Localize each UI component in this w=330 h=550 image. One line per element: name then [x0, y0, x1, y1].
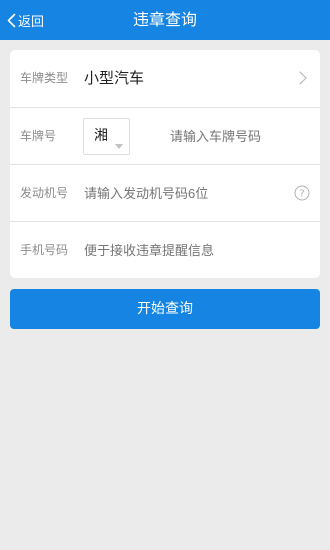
start-query-button[interactable]: 开始查询: [10, 289, 320, 329]
chevron-right-icon: [298, 70, 308, 86]
engine-number-input[interactable]: [84, 165, 280, 222]
query-form-card: 车牌类型 小型汽车 车牌号 湘 发动机号: [10, 50, 320, 279]
phone-number-input[interactable]: [84, 222, 304, 279]
caret-down-icon: [115, 134, 123, 149]
help-icon[interactable]: ?: [294, 185, 310, 201]
page-title: 违章查询: [132, 10, 197, 29]
province-value: 湘: [94, 128, 108, 144]
plate-number-input[interactable]: [170, 108, 310, 165]
engine-row: 发动机号 ?: [10, 165, 320, 222]
province-select[interactable]: 湘: [83, 118, 130, 155]
phone-label: 手机号码: [20, 243, 69, 257]
car-type-value: 小型汽车: [84, 69, 145, 87]
car-type-label: 车牌类型: [20, 71, 69, 85]
plate-label: 车牌号: [20, 129, 57, 143]
svg-text:?: ?: [299, 189, 304, 200]
car-type-row[interactable]: 车牌类型 小型汽车: [10, 50, 320, 107]
engine-label: 发动机号: [20, 186, 69, 200]
violation-query-page: 返回 违章查询 车牌类型 小型汽车 车牌号 湘 请输入车牌号码 发动机号 请输入…: [0, 0, 330, 550]
top-bar: 返回 违章查询: [0, 0, 330, 40]
plate-row: 车牌号 湘: [10, 108, 320, 165]
phone-row: 手机号码: [10, 222, 320, 279]
